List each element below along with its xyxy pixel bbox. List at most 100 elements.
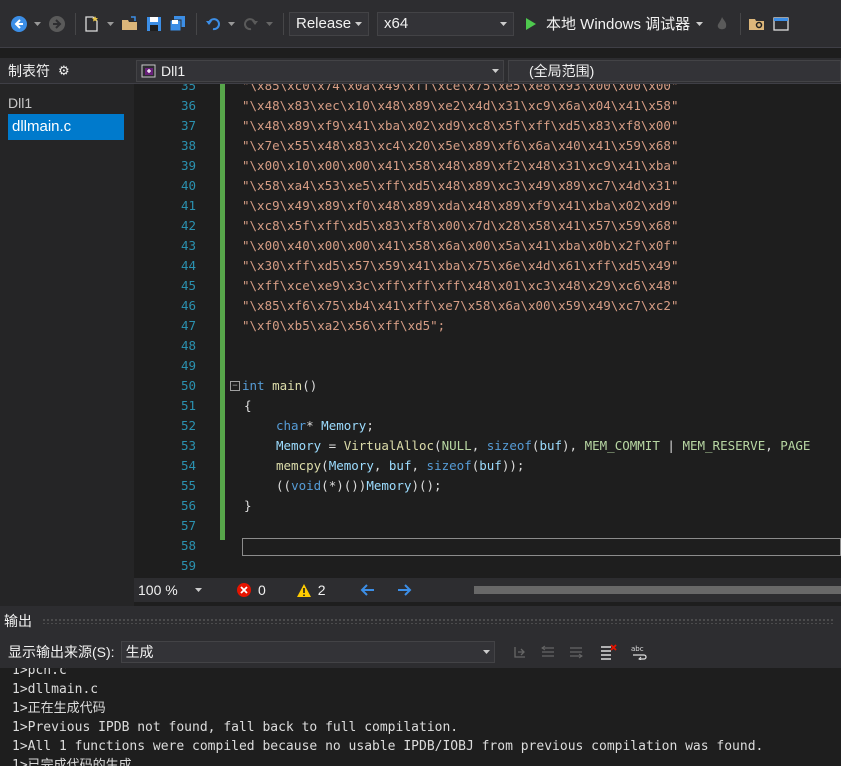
line-number: 58 [180,538,196,553]
redo-button[interactable] [240,13,262,35]
code-text: "\xc9\x49\x89\xf0\x48\x89\xda\x48\x89\xf… [242,198,679,213]
toolbar-separator [75,12,76,35]
code-line[interactable]: 39 "\x00\x10\x00\x00\x41\x58\x48\x89\xf2\… [134,156,841,176]
panel-header: 制表符 ⚙ [0,58,134,84]
open-folder-icon [122,15,137,30]
redo-icon [244,17,258,30]
code-editor[interactable]: 35 "\x85\xc0\x74\x0a\x49\xff\xce\x75\xe5\… [134,84,841,578]
save-icon [147,16,161,31]
line-number: 43 [180,238,196,253]
code-line[interactable]: 46 "\x85\xf6\x75\xb4\x41\xff\xe7\x58\x6a\… [134,296,841,316]
line-number: 57 [180,518,196,533]
panel-grip[interactable] [42,618,835,624]
line-number: 59 [180,558,196,573]
previous-message-icon [540,645,554,657]
window-button[interactable] [770,13,792,35]
code-line[interactable]: 56} [134,496,841,516]
redo-dropdown[interactable] [264,21,274,26]
hot-reload-button[interactable] [711,13,733,35]
code-line[interactable]: 35 "\x85\xc0\x74\x0a\x49\xff\xce\x75\xe5\… [134,84,841,96]
line-number: 41 [180,198,196,213]
start-debugger-button[interactable]: 本地 Windows 调试器 [524,13,704,34]
line-number: 35 [180,84,196,93]
code-line[interactable]: 45 "\xff\xce\xe9\x3c\xff\xff\xff\x48\x01\… [134,276,841,296]
error-count: 0 [258,582,266,598]
cpp-project-icon [141,64,156,77]
undo-button[interactable] [202,13,224,35]
horizontal-scrollbar[interactable] [474,586,841,594]
collapse-toggle-icon[interactable]: − [230,381,240,391]
code-line[interactable]: 41 "\xc9\x49\x89\xf0\x48\x89\xda\x48\x89\… [134,196,841,216]
toggle-word-wrap-button[interactable]: abc [629,641,651,663]
word-wrap-icon: abc [631,645,647,660]
editor-status-row: 100 % 0 2 [134,578,841,602]
code-line[interactable]: 59 [134,556,841,576]
back-dropdown[interactable] [32,21,42,26]
new-item-dropdown[interactable] [105,21,115,26]
clear-all-button[interactable] [597,641,619,663]
code-line[interactable]: 52 char* Memory; [134,416,841,436]
code-line[interactable]: 55 ((void(*)())Memory)(); [134,476,841,496]
tab-item-dll1[interactable]: Dll1 [0,92,134,114]
platform-select[interactable]: x64 [377,11,514,36]
code-text: "\x48\x89\xf9\x41\xba\x02\xd9\xc8\x5f\xf… [242,118,679,133]
code-line[interactable]: 51 { [134,396,841,416]
find-message-button[interactable] [509,641,531,663]
configuration-select[interactable]: Release [289,11,369,36]
undo-dropdown[interactable] [226,21,236,26]
chevron-down-icon [106,21,114,26]
code-line[interactable]: 40 "\x58\xa4\x53\xe5\xff\xd5\x48\x89\xc3\… [134,176,841,196]
next-issue-button[interactable] [396,583,412,597]
output-source-select[interactable]: 生成 [120,641,495,663]
chevron-down-icon [355,21,362,26]
code-line[interactable]: 36 "\x48\x83\xec\x10\x48\x89\xe2\x4d\x31\… [134,96,841,116]
back-button[interactable] [8,13,30,35]
forward-arrow-icon [49,15,65,32]
code-line[interactable]: 42 "\xc8\x5f\xff\xd5\x83\xf8\x00\x7d\x28\… [134,216,841,236]
line-number: 54 [180,458,196,473]
output-line: 1>已完成代码的生成 [12,758,132,766]
open-file-button[interactable] [119,13,141,35]
chevron-down-icon [696,21,704,26]
code-line[interactable]: 38 "\x7e\x55\x48\x83\xc4\x20\x5e\x89\xf6\… [134,136,841,156]
warning-count: 2 [317,582,326,598]
code-text: "\x85\xc0\x74\x0a\x49\xff\xce\x75\xe5\xe… [242,84,679,93]
line-number: 48 [180,338,196,353]
zoom-select[interactable]: 100 % [134,579,206,601]
forward-button[interactable] [46,13,68,35]
warning-indicator[interactable]: 2 [296,582,326,598]
new-file-icon [85,15,98,32]
code-line[interactable]: 49 [134,356,841,376]
scope-select[interactable]: (全局范围) [508,59,841,82]
save-button[interactable] [143,13,165,35]
save-all-button[interactable] [167,13,189,35]
tab-item-dllmain[interactable]: dllmain.c [8,114,124,140]
save-all-icon [169,15,185,31]
code-line[interactable]: 57 [134,516,841,536]
line-number: 46 [180,298,196,313]
code-line[interactable]: 53 Memory = VirtualAlloc(NULL, sizeof(buf… [134,436,841,456]
project-select[interactable]: Dll1 [136,59,504,82]
output-text-area[interactable]: 1>pch.c 1>dllmain.c 1>正在生成代码 1>Previous IPD… [0,668,841,766]
line-number: 38 [180,138,196,153]
next-message-button[interactable] [565,641,587,663]
code-line[interactable]: 47 "\xf0\xb5\xa2\x56\xff\xd5"; [134,316,841,336]
previous-message-button[interactable] [537,641,559,663]
code-line[interactable]: 48 [134,336,841,356]
output-line: 1>dllmain.c [12,682,99,697]
warning-icon [296,583,311,597]
new-item-button[interactable] [81,13,103,35]
code-line[interactable]: 37 "\x48\x89\xf9\x41\xba\x02\xd9\xc8\x5f\… [134,116,841,136]
code-line[interactable]: 54 memcpy(Memory, buf, sizeof(buf)); [134,456,841,476]
output-toolbar: 显示输出来源(S): 生成 abc [0,636,841,668]
code-line[interactable]: 44 "\x30\xff\xd5\x57\x59\x41\xba\x75\x6e\… [134,256,841,276]
code-line[interactable]: 50 int main() − [134,376,841,396]
line-number: 56 [180,498,196,513]
error-indicator[interactable]: 0 [236,582,266,598]
previous-issue-button[interactable] [360,583,376,597]
solution-explorer-button[interactable] [746,13,768,35]
code-text: char* Memory; [276,418,374,433]
toolbar-separator [196,12,197,35]
gear-icon[interactable]: ⚙ [58,63,70,79]
code-line[interactable]: 43 "\x00\x40\x00\x00\x41\x58\x6a\x00\x5a\… [134,236,841,256]
